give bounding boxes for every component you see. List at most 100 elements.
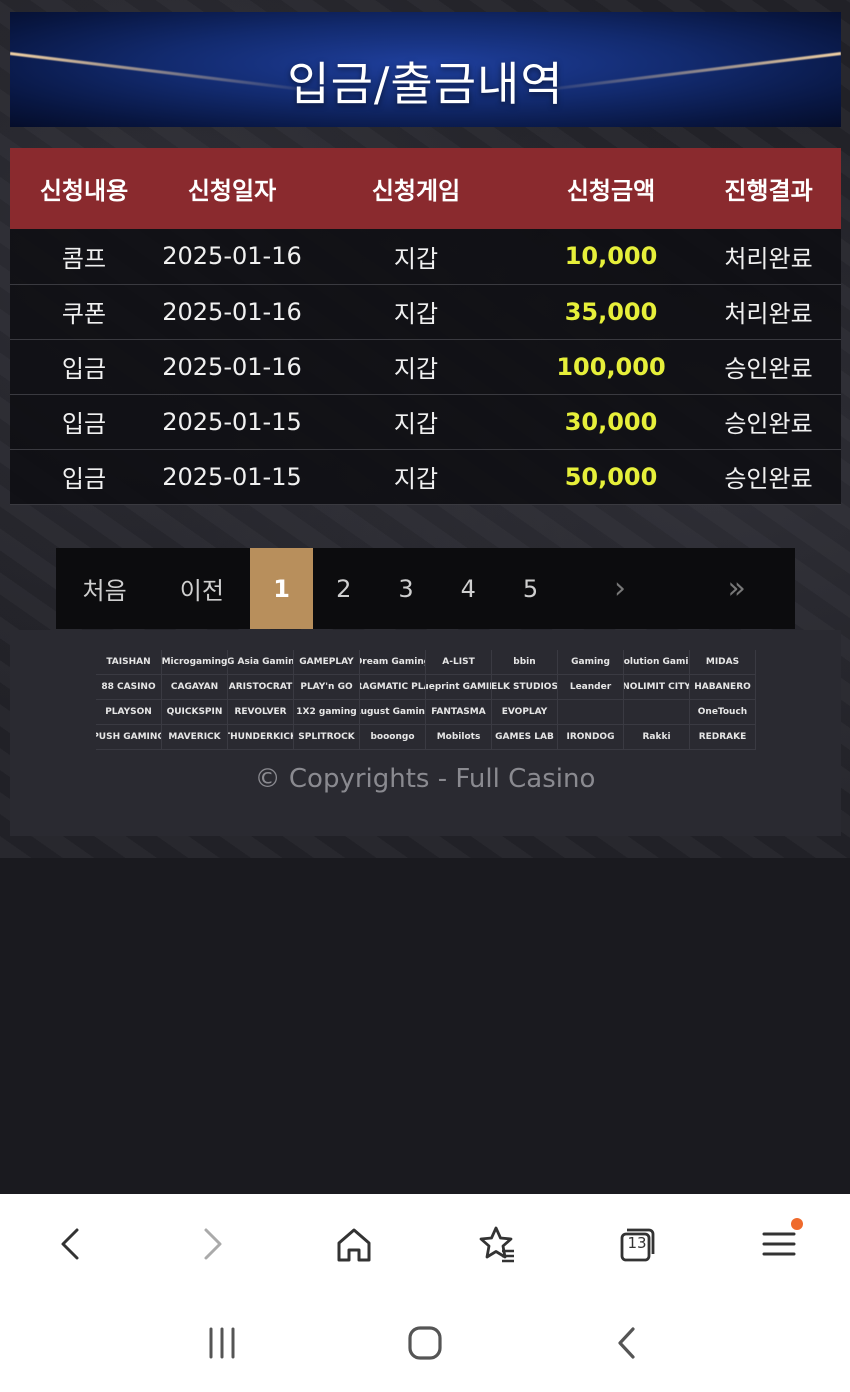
cell-date: 2025-01-16 [162,352,302,381]
provider-logo: 1X2 gaming [294,700,360,725]
provider-logo: NOLIMIT CITY [624,675,690,700]
bookmarks-icon [479,1226,514,1263]
provider-logo: Microgaming [162,650,228,675]
provider-logo: IRONDOG [558,725,624,750]
history-table: 신청내용 신청일자 신청게임 신청금액 진행결과 콤프 2025-01-16 지… [10,148,841,505]
cell-date: 2025-01-15 [162,407,302,436]
cell-date: 2025-01-15 [162,462,302,491]
provider-logo: EVOPLAY [492,700,558,725]
back-icon [618,1327,635,1359]
double-chevron-right-icon: » [727,571,746,606]
home-icon [408,1326,442,1360]
page-2-button[interactable]: 2 [313,548,375,629]
next-page-button[interactable]: › [562,548,679,629]
browser-bookmarks-button[interactable] [456,1204,536,1284]
provider-logo: booongo [360,725,426,750]
cell-type: 입금 [61,465,107,493]
cell-type: 입금 [61,410,107,438]
provider-logo: PUSH GAMING [96,725,162,750]
provider-logo: REDRAKE [690,725,756,750]
provider-logo: REVOLVER [228,700,294,725]
provider-logo: ELK STUDIOS [492,675,558,700]
cell-amount: 35,000 [564,297,658,326]
provider-logo: PLAY'n GO [294,675,360,700]
forward-icon [204,1228,222,1260]
provider-logo [624,700,690,725]
cell-result: 승인완료 [724,355,813,383]
header-request-amount: 신청금액 [566,177,656,205]
provider-logo: MAVERICK [162,725,228,750]
provider-logo: Mobilots [426,725,492,750]
provider-logo: PLAYSON [96,700,162,725]
menu-icon [762,1232,796,1256]
back-icon [61,1228,79,1260]
browser-forward-button[interactable] [172,1204,252,1284]
cell-amount: 30,000 [564,407,658,436]
system-navigation-bar [0,1294,850,1392]
provider-logo: Gaming [558,650,624,675]
copyright-text: © Copyrights - Full Casino [254,764,596,794]
page-title: 입금/출금내역 [287,57,564,111]
notification-dot [791,1218,804,1230]
provider-logo: Dream Gaming [360,650,426,675]
cell-amount: 10,000 [564,242,658,271]
cell-amount: 50,000 [564,462,658,491]
provider-logo: QUICKSPIN [162,700,228,725]
browser-back-button[interactable] [31,1204,111,1284]
system-home-button[interactable] [385,1303,465,1383]
system-back-button[interactable] [588,1303,668,1383]
table-row: 콤프 2025-01-16 지갑 10,000 처리완료 [10,229,841,284]
cell-result: 승인완료 [724,410,813,438]
provider-logo: ARISTOCRAT [228,675,294,700]
page-5-button[interactable]: 5 [499,548,561,629]
recent-apps-button[interactable] [182,1303,262,1383]
page-1-button[interactable]: 1 [250,548,313,629]
table-row: 입금 2025-01-15 지갑 50,000 승인완료 [10,449,841,504]
cell-result: 처리완료 [724,300,813,328]
header-result: 진행결과 [724,177,813,205]
home-icon [337,1228,371,1262]
table-row: 입금 2025-01-15 지갑 30,000 승인완료 [10,394,841,449]
table-header-row: 신청내용 신청일자 신청게임 신청금액 진행결과 [10,148,841,229]
last-page-button[interactable]: » [678,548,795,629]
provider-logo: MIDAS [690,650,756,675]
cell-type: 콤프 [61,244,107,273]
browser-tabs-button[interactable]: 13 [597,1204,677,1284]
provider-logo: PRAGMATIC PLAY [360,675,426,700]
tab-count: 13 [627,1234,647,1252]
provider-logo: Evolution Gaming [624,650,690,675]
provider-logos: TAISHANMicrogamingAG Asia GamingGAMEPLAY… [96,650,756,750]
prev-page-button[interactable]: 이전 [153,548,250,629]
cell-game: 지갑 [393,465,439,493]
cell-result: 승인완료 [724,465,813,493]
first-page-button[interactable]: 처음 [56,548,153,629]
cell-date: 2025-01-16 [162,242,302,271]
provider-logo: TAISHAN [96,650,162,675]
cell-date: 2025-01-16 [162,297,302,326]
cell-game: 지갑 [393,410,439,438]
header-request-game: 신청게임 [371,177,461,205]
cell-game: 지갑 [393,355,439,383]
provider-logo: 88 CASINO [96,675,162,700]
provider-logo: August Gaming [360,700,426,725]
table-row: 쿠폰 2025-01-16 지갑 35,000 처리완료 [10,284,841,339]
provider-logo: SPLITROCK [294,725,360,750]
browser-menu-button[interactable] [739,1204,819,1284]
provider-logo: GAMES LAB [492,725,558,750]
provider-logo [558,700,624,725]
browser-home-button[interactable] [314,1204,394,1284]
table-row: 입금 2025-01-16 지갑 100,000 승인완료 [10,339,841,394]
cell-result: 처리완료 [724,244,813,273]
provider-logo: A-LIST [426,650,492,675]
cell-game: 지갑 [393,244,439,273]
cell-game: 지갑 [393,300,439,328]
page-3-button[interactable]: 3 [375,548,437,629]
provider-logo: Leander [558,675,624,700]
provider-logo: GAMEPLAY [294,650,360,675]
browser-toolbar: 13 [0,1194,850,1294]
provider-logo: FANTASMA [426,700,492,725]
header-request-date: 신청일자 [187,177,277,205]
chevron-right-icon: › [613,571,626,606]
page-4-button[interactable]: 4 [437,548,499,629]
cell-amount: 100,000 [556,352,666,381]
